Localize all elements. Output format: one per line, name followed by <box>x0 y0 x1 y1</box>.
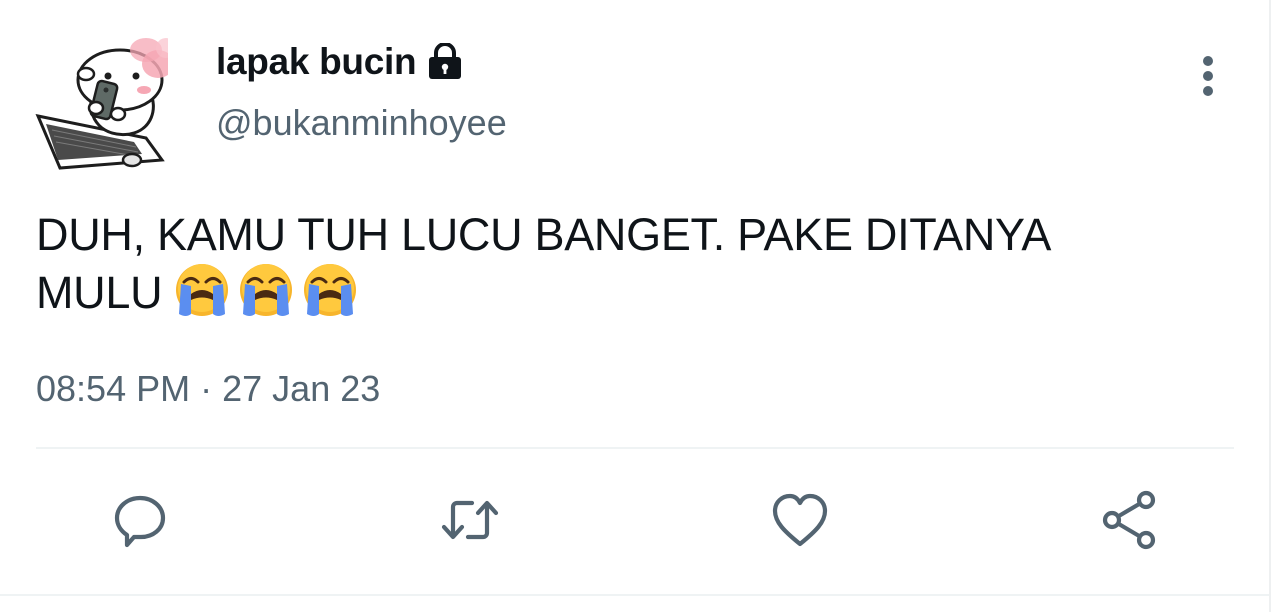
retweet-button[interactable] <box>438 488 502 552</box>
user-handle[interactable]: @bukanminhoyee <box>216 102 507 144</box>
tweet-date: 27 Jan 23 <box>222 368 381 409</box>
share-button[interactable] <box>1098 488 1162 552</box>
tweet-card: lapak bucin @bukanminhoyee DUH, KAMU TUH… <box>0 0 1271 612</box>
tweet-time: 08:54 PM <box>36 368 191 409</box>
loudly-crying-face-icon <box>302 262 358 318</box>
timestamp-separator: · <box>200 368 213 409</box>
avatar-image <box>35 38 176 170</box>
loudly-crying-face-icon <box>238 262 294 318</box>
more-vertical-icon <box>1203 56 1213 96</box>
bottom-border <box>0 594 1271 596</box>
share-icon <box>1102 490 1156 550</box>
more-options-button[interactable] <box>1190 52 1226 100</box>
like-button[interactable] <box>768 488 832 552</box>
heart-icon <box>772 493 828 547</box>
actions-divider <box>36 447 1234 449</box>
avatar[interactable] <box>34 34 176 170</box>
tweet-text: DUH, KAMU TUH LUCU BANGET. PAKE DITANYA … <box>36 208 1176 320</box>
retweet-icon <box>441 500 499 540</box>
reply-button[interactable] <box>108 488 172 552</box>
tweet-timestamp[interactable]: 08:54 PM · 27 Jan 23 <box>36 368 380 410</box>
reply-icon <box>114 495 166 548</box>
display-name[interactable]: lapak bucin <box>216 41 417 83</box>
author-name-row: lapak bucin <box>216 38 464 86</box>
emoji-group <box>174 262 358 318</box>
lock-icon <box>426 42 464 81</box>
loudly-crying-face-icon <box>174 262 230 318</box>
